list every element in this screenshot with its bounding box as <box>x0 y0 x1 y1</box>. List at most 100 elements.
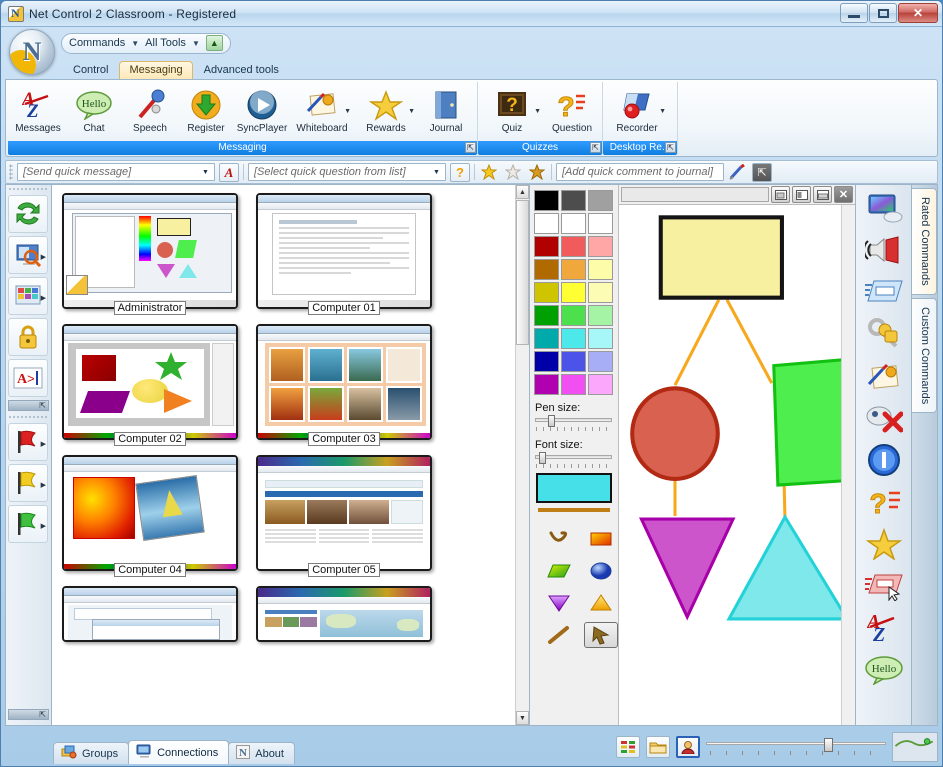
curve-tool-icon[interactable] <box>542 526 576 552</box>
red-flag-icon[interactable]: ▶ <box>8 423 48 461</box>
chevron-down-icon[interactable]: ▼ <box>198 165 213 179</box>
color-swatch[interactable] <box>561 190 586 211</box>
parallelogram-tool-icon[interactable] <box>542 558 576 584</box>
split-view-icon[interactable] <box>792 186 811 203</box>
color-swatch[interactable] <box>561 328 586 349</box>
close-button[interactable]: ✕ <box>898 3 938 23</box>
chevron-down-icon[interactable]: ▼ <box>659 108 666 115</box>
thumbnail-scrollbar[interactable]: ▲ ▼ <box>515 185 529 725</box>
bronze-star-icon[interactable] <box>527 163 547 182</box>
tab-groups[interactable]: Groups <box>53 742 130 764</box>
color-swatch[interactable] <box>534 190 559 211</box>
ribbon-button-quiz[interactable]: ? Quiz ▼ <box>481 83 543 141</box>
sound-broadcast-icon[interactable] <box>862 230 906 270</box>
gold-star-icon[interactable] <box>479 163 499 182</box>
thumbnail-partial-1[interactable] <box>62 586 238 642</box>
drag-grip-icon[interactable] <box>8 187 49 192</box>
gold-lock-icon[interactable] <box>8 318 48 356</box>
ribbon-button-speech[interactable]: Speech <box>123 83 177 141</box>
drag-grip-icon[interactable] <box>9 164 13 180</box>
text-cursor-az-icon[interactable]: A > <box>8 359 48 397</box>
thumbnail-screen[interactable] <box>62 193 238 309</box>
tab-about[interactable]: N About <box>228 742 295 764</box>
dialog-launcher-icon[interactable]: ⇱ <box>590 142 601 153</box>
user-view-icon[interactable] <box>676 736 700 758</box>
thumbnail-computer-02[interactable]: Computer 02 <box>62 324 238 446</box>
az-letters-icon[interactable]: AZ <box>862 608 906 648</box>
chevron-right-icon[interactable]: ▶ <box>41 481 46 489</box>
color-swatch[interactable] <box>588 305 613 326</box>
tab-custom-commands[interactable]: Custom Commands <box>912 297 937 413</box>
chevron-right-icon[interactable]: ▶ <box>41 522 46 530</box>
close-icon[interactable]: ✕ <box>834 186 853 203</box>
app-orb-button[interactable]: N <box>9 29 55 75</box>
thumbnail-computer-03[interactable]: Computer 03 <box>256 324 432 446</box>
refresh-arrows-icon[interactable] <box>8 195 48 233</box>
tab-connections[interactable]: Connections <box>128 740 230 764</box>
ribbon-button-recorder[interactable]: Recorder ▼ <box>606 83 668 141</box>
thumbnail-screen[interactable] <box>256 455 432 571</box>
ribbon-button-rewards[interactable]: Rewards ▼ <box>355 83 417 141</box>
hello-bubble-icon[interactable]: Hello <box>862 650 906 690</box>
thumbnail-screen[interactable] <box>62 324 238 440</box>
ribbon-button-whiteboard[interactable]: Whiteboard ▼ <box>291 83 353 141</box>
gold-star-icon[interactable] <box>862 524 906 564</box>
upload-green-icon[interactable]: ▲ <box>205 35 223 51</box>
ribbon-button-syncplayer[interactable]: SyncPlayer <box>235 83 289 141</box>
color-swatch[interactable] <box>588 236 613 257</box>
scroll-down-icon[interactable]: ▼ <box>516 711 529 725</box>
drag-grip-icon[interactable] <box>8 415 49 420</box>
pen-size-slider[interactable] <box>534 415 614 432</box>
message-click-icon[interactable] <box>862 566 906 606</box>
tab-advanced-tools[interactable]: Advanced tools <box>194 61 289 79</box>
thumbnail-computer-04[interactable]: Computer 04 <box>62 455 238 577</box>
whiteboard-pen-icon[interactable] <box>862 356 906 396</box>
color-swatch[interactable] <box>534 374 559 395</box>
dialog-launcher-icon[interactable]: ⇱ <box>665 142 676 153</box>
grid-view-icon[interactable] <box>616 736 640 758</box>
journal-comment-input[interactable]: [Add quick comment to journal] <box>556 163 724 181</box>
thumbnail-screen[interactable] <box>62 586 238 642</box>
fullscreen-icon[interactable] <box>813 186 832 203</box>
scroll-up-icon[interactable]: ▲ <box>516 185 529 199</box>
thumbnail-computer-01[interactable]: Computer 01 <box>256 193 432 315</box>
chevron-right-icon[interactable]: ▶ <box>41 440 46 448</box>
commands-menu-pill[interactable]: Commands ▼ All Tools ▼ ▲ <box>61 32 231 54</box>
color-swatch[interactable] <box>534 351 559 372</box>
ellipse-tool-icon[interactable] <box>584 558 618 584</box>
color-swatch[interactable] <box>588 190 613 211</box>
color-swatch[interactable] <box>534 259 559 280</box>
commands-menu-label[interactable]: Commands <box>69 37 125 49</box>
yellow-flag-icon[interactable]: ▶ <box>8 464 48 502</box>
color-swatch[interactable] <box>534 282 559 303</box>
chevron-down-icon[interactable]: ▼ <box>534 108 541 115</box>
minimize-button[interactable] <box>840 3 868 23</box>
chevron-down-icon[interactable]: ▼ <box>429 165 444 179</box>
color-swatch[interactable] <box>534 236 559 257</box>
color-swatch[interactable] <box>561 305 586 326</box>
scrollbar-thumb[interactable] <box>516 200 529 345</box>
line-tool-icon[interactable] <box>542 622 576 648</box>
color-swatch[interactable] <box>588 282 613 303</box>
color-swatch[interactable] <box>561 236 586 257</box>
thumbnail-partial-2[interactable] <box>256 586 432 642</box>
chevron-down-icon[interactable]: ▼ <box>408 108 415 115</box>
thumbnail-screen[interactable] <box>256 193 432 309</box>
dialog-launcher-icon[interactable]: ⇱ <box>465 142 476 153</box>
chevron-right-icon[interactable]: ▶ <box>41 294 46 302</box>
chevron-right-icon[interactable]: ▶ <box>41 253 46 261</box>
keys-lock-icon[interactable] <box>862 314 906 354</box>
thumbnail-administrator[interactable]: Administrator <box>62 193 238 315</box>
ribbon-button-register[interactable]: Register <box>179 83 233 141</box>
whiteboard-text-field[interactable] <box>621 187 769 202</box>
rectangle-tool-icon[interactable] <box>584 526 618 552</box>
tab-control[interactable]: Control <box>63 61 118 79</box>
thumbnail-screen[interactable] <box>62 455 238 571</box>
color-swatch[interactable] <box>561 351 586 372</box>
thumbnail-screen[interactable] <box>256 324 432 440</box>
pen-icon[interactable] <box>728 163 748 182</box>
color-swatch[interactable] <box>588 213 613 234</box>
rail-group-overflow[interactable]: ⇱ <box>8 400 49 411</box>
thumbnails-grid-icon[interactable]: ▶ <box>8 277 48 315</box>
grey-star-icon[interactable] <box>503 163 523 182</box>
